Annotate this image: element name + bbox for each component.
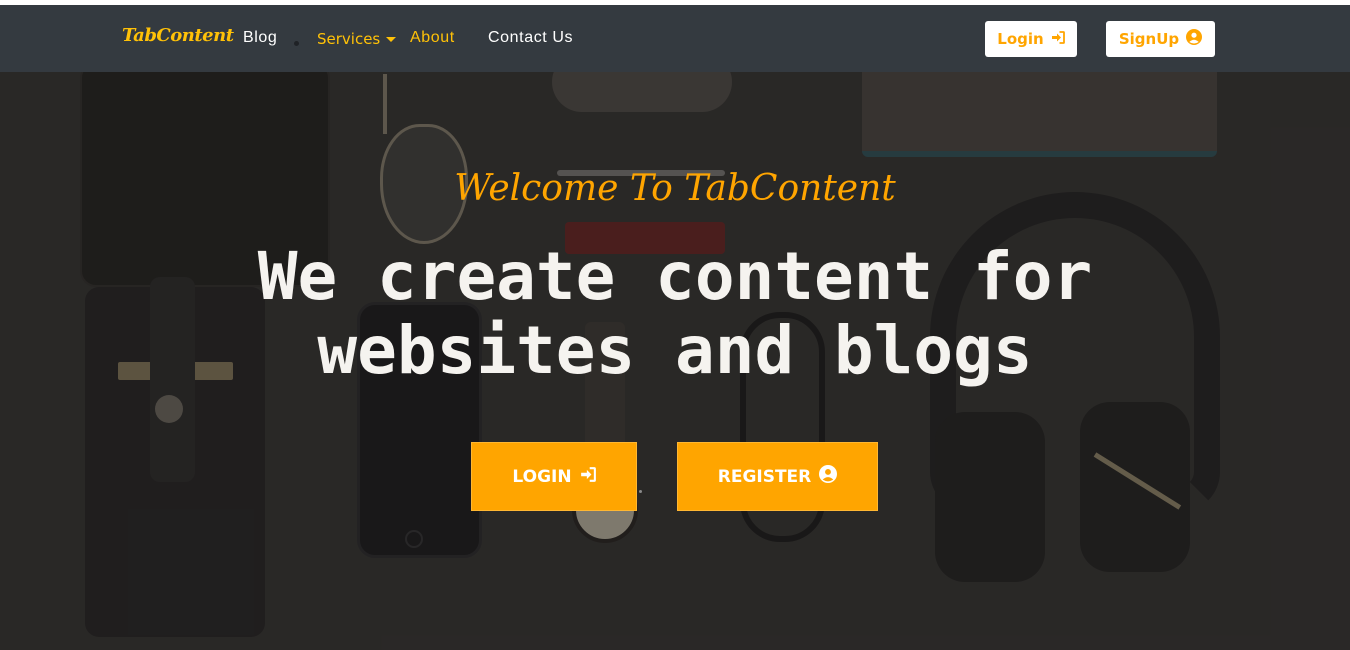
login-button[interactable]: Login bbox=[985, 21, 1077, 57]
hero-register-label: REGISTER bbox=[717, 466, 812, 487]
brand-logo[interactable]: TabContent bbox=[122, 25, 234, 46]
navbar: TabContent Blog Services About Contact U… bbox=[0, 5, 1350, 72]
hero-login-label: LOGIN bbox=[512, 466, 572, 487]
signup-button[interactable]: SignUp bbox=[1106, 21, 1215, 57]
user-circle-icon bbox=[1186, 29, 1203, 49]
hero-register-button[interactable]: REGISTER bbox=[677, 442, 878, 511]
nav-separator-dot bbox=[294, 41, 299, 46]
hero-headline-line-2: websites and blogs bbox=[317, 312, 1033, 389]
login-button-label: Login bbox=[997, 30, 1044, 48]
sign-in-icon bbox=[1051, 30, 1065, 48]
hero-headline: We create content for websites and blogs bbox=[0, 240, 1350, 388]
user-circle-icon bbox=[819, 465, 838, 488]
nav-link-contact[interactable]: Contact Us bbox=[488, 29, 573, 47]
sign-in-icon bbox=[580, 466, 596, 487]
hero-welcome-text: Welcome To TabContent bbox=[454, 168, 896, 209]
hero-headline-line-1: We create content for bbox=[257, 238, 1093, 315]
nav-link-blog[interactable]: Blog bbox=[243, 29, 277, 47]
decorative-dot bbox=[639, 490, 642, 493]
nav-link-services[interactable]: Services bbox=[317, 30, 380, 48]
hero-login-button[interactable]: LOGIN bbox=[471, 442, 637, 511]
chevron-down-icon[interactable] bbox=[386, 37, 396, 42]
nav-link-about[interactable]: About bbox=[410, 29, 455, 47]
signup-button-label: SignUp bbox=[1118, 30, 1180, 48]
